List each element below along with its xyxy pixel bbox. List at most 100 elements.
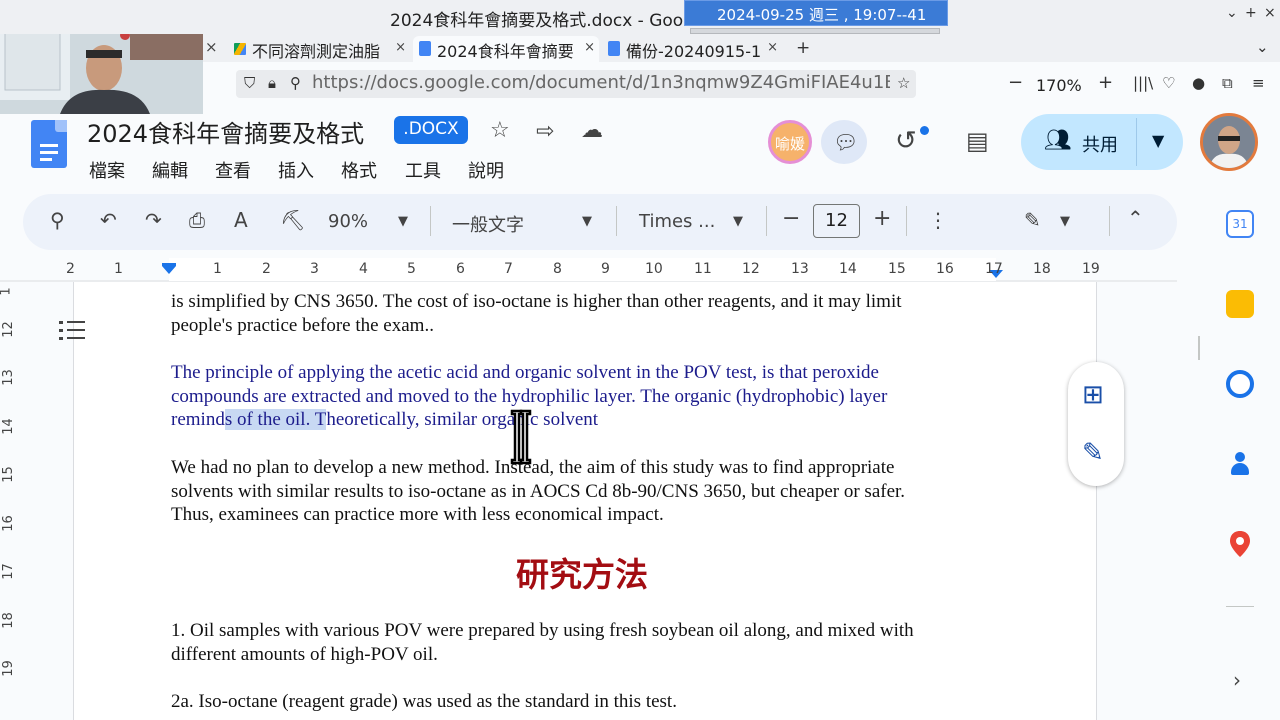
suggest-edit-icon[interactable]: ✎ [1082, 438, 1104, 468]
tab-list-icon[interactable]: ⌄ [1256, 38, 1269, 56]
chat-button[interactable]: 💬︎ [821, 120, 867, 164]
print-icon[interactable]: ⎙ [189, 208, 205, 232]
zoom-level[interactable]: 170% [1036, 76, 1082, 95]
section-heading[interactable]: 研究方法 [516, 548, 648, 596]
ruler-number: 5 [407, 261, 416, 277]
collapse-menus-icon[interactable]: ⌃ [1127, 206, 1144, 230]
minimize-icon[interactable]: ⌄ [1226, 5, 1238, 21]
redo-icon[interactable]: ↷ [145, 208, 162, 232]
collaborator-avatar[interactable]: 喻媛 [768, 120, 812, 164]
cloud-saved-icon[interactable]: ☁ [581, 118, 603, 143]
zoom-in-button[interactable]: + [1098, 72, 1113, 93]
document-title[interactable]: 2024食科年會摘要及格式 [87, 114, 364, 149]
decrease-font-size-button[interactable]: − [782, 206, 800, 231]
menu-help[interactable]: 說明 [468, 157, 504, 183]
shield-icon[interactable]: ⛉ [244, 74, 255, 92]
divider [906, 206, 907, 236]
tasks-icon[interactable] [1226, 370, 1254, 398]
style-select[interactable]: 一般文字 [452, 211, 524, 237]
menu-insert[interactable]: 插入 [278, 157, 314, 183]
zoom-select[interactable]: 90% [328, 211, 368, 232]
history-dot [920, 126, 929, 135]
tab-close-icon[interactable]: × [395, 40, 406, 55]
tab-abstract-doc[interactable]: 2024食科年會摘要 × [413, 36, 599, 62]
close-window-icon[interactable]: × [1264, 5, 1276, 21]
permissions-icon[interactable]: ⚲ [290, 74, 301, 92]
version-history-icon[interactable]: ↺ [895, 126, 917, 156]
paragraph-line[interactable]: The principle of applying the acetic aci… [171, 362, 879, 384]
menu-format[interactable]: 格式 [341, 157, 377, 183]
divider [616, 206, 617, 236]
drive-icon [234, 43, 246, 55]
paragraph-line[interactable]: different amounts of high-POV oil. [171, 644, 438, 666]
ruler-number: 12 [742, 261, 760, 277]
paragraph-line[interactable]: 2a. Iso-octane (reagent grade) was used … [171, 691, 677, 713]
outline-icon[interactable] [59, 318, 87, 344]
paragraph-line[interactable]: compounds are extracted and moved to the… [171, 386, 887, 408]
tab-close-icon[interactable]: × [767, 40, 778, 55]
comments-icon[interactable]: ▤ [966, 127, 989, 155]
zoom-out-button[interactable]: − [1008, 72, 1023, 93]
url-text[interactable]: https://docs.google.com/document/d/1n3nq… [312, 72, 890, 93]
more-options-icon[interactable]: ⋮ [928, 208, 948, 232]
spellcheck-icon[interactable]: A [234, 208, 248, 232]
vertical-ruler[interactable] [0, 282, 20, 720]
library-icon[interactable]: |||\ [1133, 74, 1153, 92]
vruler-number: 13 [0, 369, 16, 386]
search-menus-icon[interactable]: ⚲ [50, 208, 65, 232]
ruler-number: 10 [645, 261, 663, 277]
ruler-number: 17 [985, 261, 1003, 277]
docs-logo-icon[interactable] [31, 120, 67, 168]
chevron-down-icon[interactable]: ▼ [582, 214, 592, 229]
chevron-down-icon[interactable]: ▼ [733, 214, 743, 229]
ruler-number: 4 [359, 261, 368, 277]
share-divider [1136, 118, 1137, 166]
contacts-icon[interactable] [1231, 452, 1249, 476]
add-comment-icon[interactable]: ⊞ [1082, 380, 1104, 410]
maximize-icon[interactable]: + [1245, 5, 1257, 21]
tab-label: 備份-20240915-1 [626, 42, 762, 61]
menu-edit[interactable]: 編輯 [152, 157, 188, 183]
font-size-input[interactable]: 12 [813, 204, 860, 238]
chevron-down-icon[interactable]: ▼ [398, 214, 408, 229]
paragraph-line[interactable]: 1. Oil samples with various POV were pre… [171, 620, 914, 642]
maps-icon[interactable] [1229, 530, 1251, 558]
undo-icon[interactable]: ↶ [100, 208, 117, 232]
scrollbar-thumb[interactable] [1198, 336, 1200, 360]
ruler-number: 3 [310, 261, 319, 277]
tab-close-icon[interactable]: × [584, 40, 595, 55]
font-select[interactable]: Times ... [639, 211, 715, 232]
tab-backup-doc[interactable]: 備份-20240915-1 × [602, 36, 782, 62]
paragraph-line[interactable]: solvents with similar results to iso-oct… [171, 481, 905, 503]
calendar-icon[interactable]: 31 [1226, 210, 1254, 238]
star-icon[interactable]: ☆ [490, 118, 510, 143]
chevron-right-icon[interactable]: › [1233, 668, 1241, 692]
info-icon[interactable]: ● [1192, 74, 1205, 92]
lock-icon[interactable]: 🔒︎ [268, 74, 276, 92]
extensions-icon[interactable]: ⧉ [1222, 74, 1233, 92]
ruler-number: 16 [936, 261, 954, 277]
text-selection[interactable]: s of the oil. T [224, 409, 327, 430]
increase-font-size-button[interactable]: + [873, 206, 891, 231]
menu-tools[interactable]: 工具 [405, 157, 441, 183]
tab-solvent-doc[interactable]: 不同溶劑測定油脂 × [228, 36, 410, 62]
pocket-icon[interactable]: ♡ [1162, 74, 1175, 92]
bookmark-star-icon[interactable]: ☆ [897, 74, 910, 92]
tab-close-icon[interactable]: × [205, 38, 218, 56]
menu-view[interactable]: 查看 [215, 157, 251, 183]
profile-avatar[interactable] [1200, 113, 1258, 171]
new-tab-button[interactable]: + [796, 38, 810, 58]
paragraph-line[interactable]: Thus, examinees can practice more with l… [171, 504, 664, 526]
paragraph-line[interactable]: people's practice before the exam.. [171, 315, 434, 337]
paragraph-line[interactable]: is simplified by CNS 3650. The cost of i… [171, 291, 902, 313]
chevron-down-icon[interactable]: ▼ [1060, 214, 1070, 229]
share-dropdown-icon[interactable]: ▼ [1152, 131, 1164, 150]
paint-format-icon[interactable]: ⛏ [280, 208, 305, 232]
menu-icon[interactable]: ≡ [1252, 74, 1265, 92]
editing-mode-icon[interactable]: ✎ [1024, 208, 1041, 232]
window-title: 2024食科年會摘要及格式.docx - Goo [390, 11, 684, 31]
menu-file[interactable]: 檔案 [89, 157, 125, 183]
move-folder-icon[interactable]: ⇨ [536, 119, 554, 144]
vruler-number: 14 [0, 418, 16, 435]
keep-icon[interactable] [1226, 290, 1254, 318]
